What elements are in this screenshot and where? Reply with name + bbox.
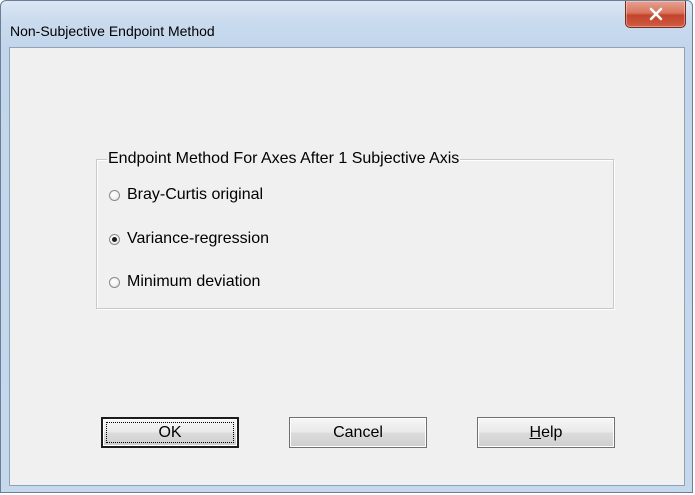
ok-button[interactable]: OK [101,417,239,448]
close-button[interactable] [625,1,686,28]
help-button[interactable]: Help [477,417,615,448]
radio-minimum-deviation[interactable]: Minimum deviation [109,271,260,293]
help-button-label: Help [529,424,563,441]
radio-bray-curtis-original[interactable]: Bray-Curtis original [109,184,263,206]
radio-button-icon[interactable] [109,276,120,288]
ok-button-label: OK [158,424,182,441]
dialog-window: Non-Subjective Endpoint Method Endpoint … [0,0,693,493]
cancel-button-label: Cancel [333,424,383,441]
cancel-button[interactable]: Cancel [289,417,427,448]
group-legend: Endpoint Method For Axes After 1 Subject… [107,150,461,168]
radio-button-checked-icon[interactable] [109,233,120,245]
dialog-client-area: Endpoint Method For Axes After 1 Subject… [9,47,685,486]
endpoint-method-group: Endpoint Method For Axes After 1 Subject… [96,150,614,309]
title-bar[interactable]: Non-Subjective Endpoint Method [1,1,692,47]
radio-label: Variance-regression [127,230,269,247]
close-icon [649,7,663,21]
radio-label: Minimum deviation [127,273,261,290]
radio-button-icon[interactable] [109,189,120,201]
radio-label: Bray-Curtis original [127,186,264,203]
window-title: Non-Subjective Endpoint Method [10,23,215,39]
radio-variance-regression[interactable]: Variance-regression [109,228,269,250]
